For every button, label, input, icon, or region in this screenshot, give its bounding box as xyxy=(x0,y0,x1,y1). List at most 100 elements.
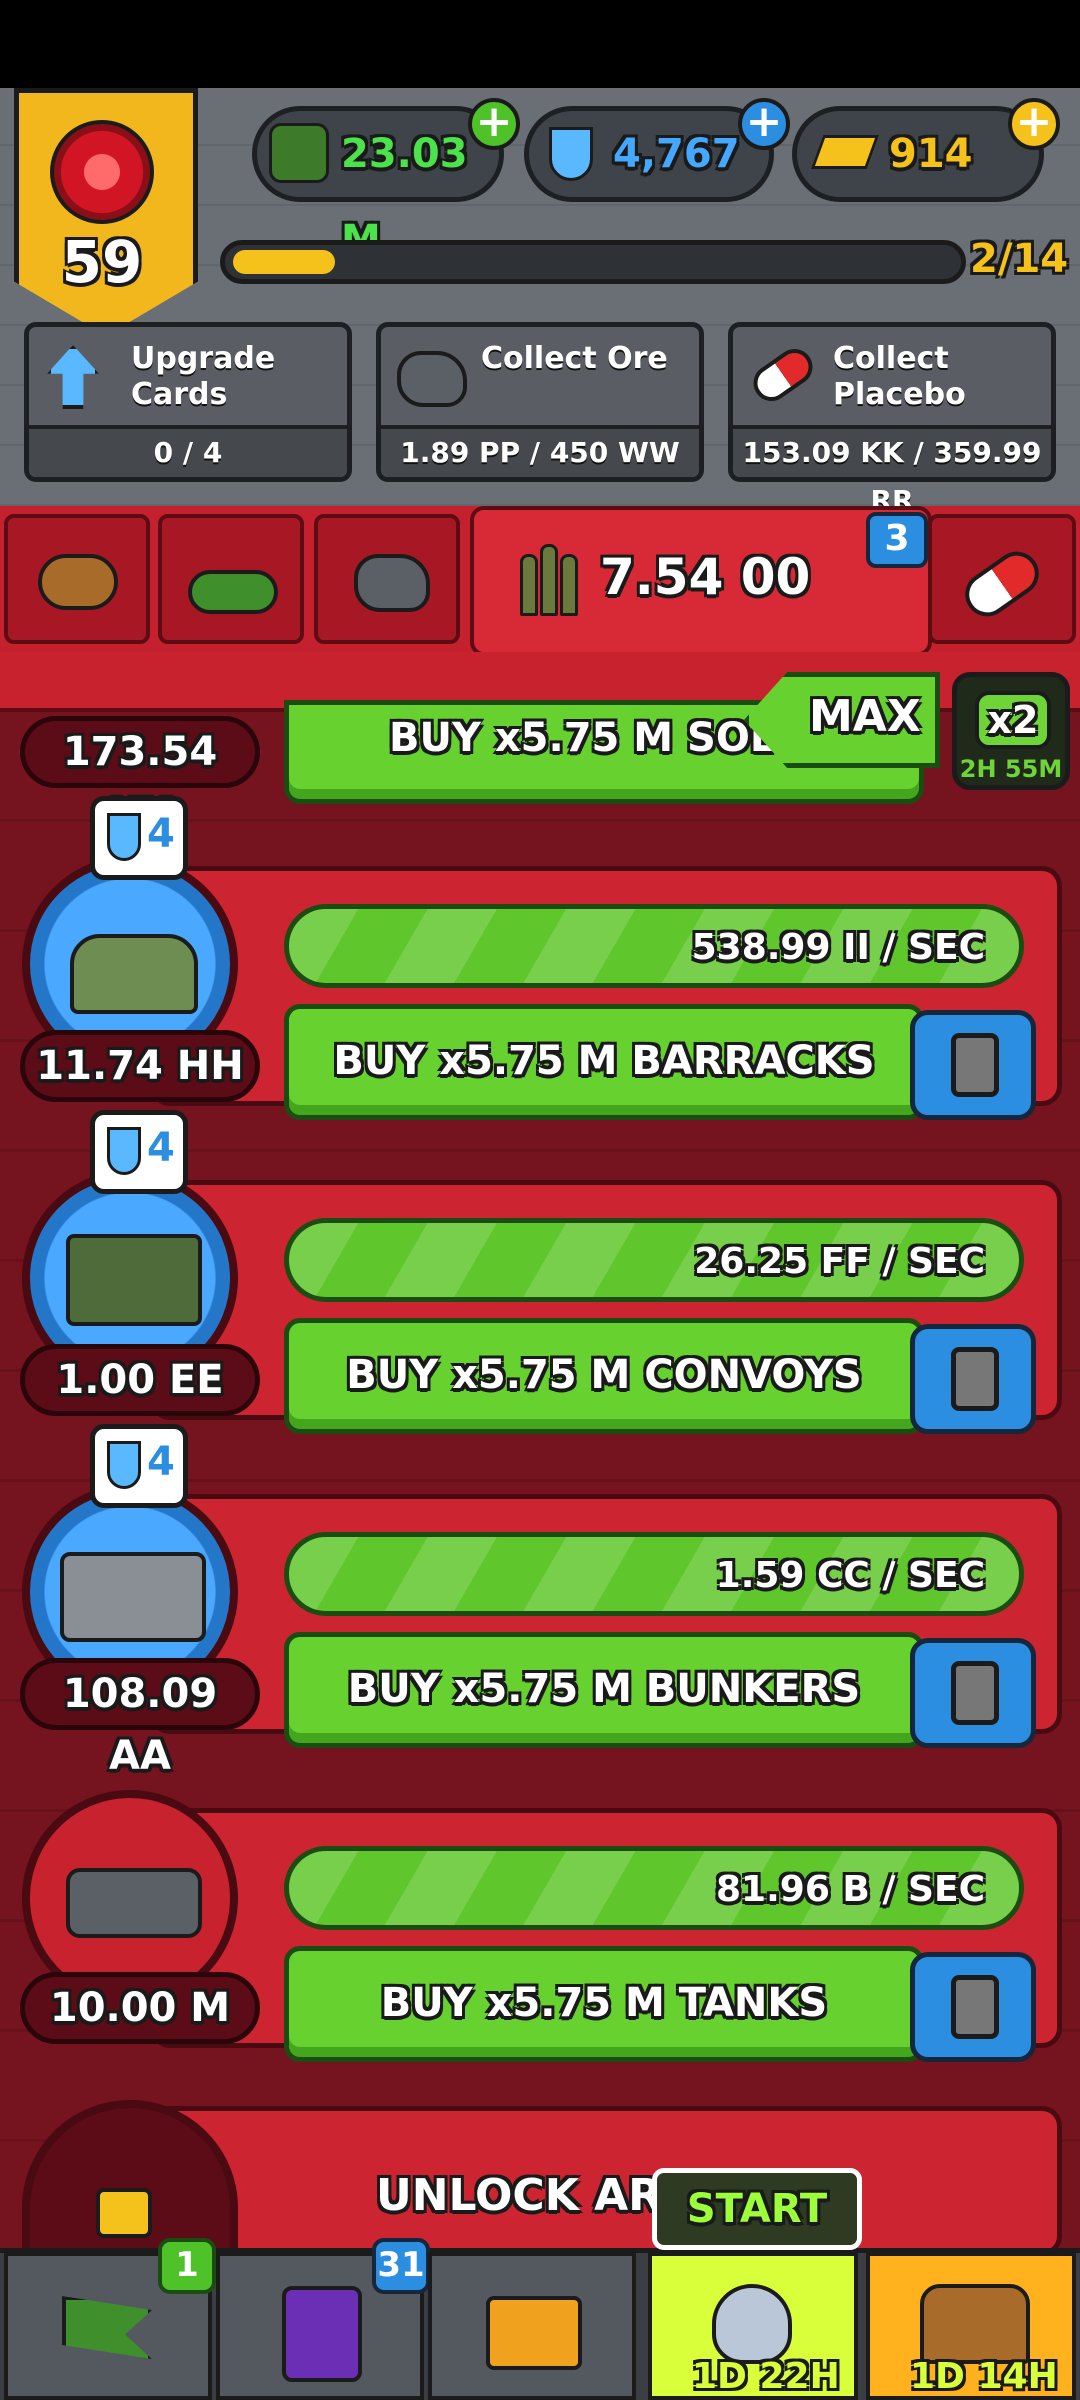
production-rate: 538.99 II / SEC xyxy=(691,927,985,968)
ammo-value: 7.54 00 xyxy=(600,548,811,606)
flask-icon xyxy=(107,813,141,861)
tank-icon xyxy=(66,1868,202,1938)
flask-icon xyxy=(107,1441,141,1489)
boost-label: x2 xyxy=(975,691,1051,749)
rank-rosette-icon xyxy=(50,120,154,224)
chest-icon xyxy=(920,2284,1030,2364)
flask-count: 4 xyxy=(147,1439,175,1485)
add-science-button[interactable]: + xyxy=(738,98,790,150)
barracks-icon xyxy=(70,934,198,1014)
gold-bar-icon xyxy=(810,135,880,169)
flask-count: 4 xyxy=(147,1125,175,1171)
soldiers-counter: 23.03 M xyxy=(252,106,504,263)
flask-count: 4 xyxy=(147,811,175,857)
tab-land[interactable] xyxy=(158,514,304,644)
unit-count-soldiers: 173.54 KK xyxy=(20,716,260,837)
xp-progress-fill xyxy=(233,250,335,274)
cards-icon xyxy=(282,2286,362,2382)
missions-badge: 1 xyxy=(158,2238,216,2294)
start-label: START xyxy=(686,2186,828,2232)
buy-label: BUY x5.75 M CONVOYS xyxy=(346,1352,862,1398)
nav-chest[interactable]: 1D 14H xyxy=(866,2252,1076,2400)
add-gold-button[interactable]: + xyxy=(1008,98,1060,150)
flag-icon xyxy=(62,2296,152,2359)
tab-potato[interactable] xyxy=(4,514,150,644)
science-counter: 4,767 xyxy=(524,106,774,202)
unit-count-bunkers: 108.09 AA xyxy=(20,1658,260,1779)
ammo-icon xyxy=(520,540,580,620)
start-button[interactable]: START xyxy=(652,2168,862,2250)
unit-count-convoys: 1.00 EE xyxy=(20,1344,260,1416)
buy-convoys-button[interactable]: BUY x5.75 M CONVOYS xyxy=(284,1318,924,1434)
card-icon xyxy=(951,1661,999,1725)
boost-timer: 2H 55M xyxy=(959,755,1063,783)
pill-icon xyxy=(746,341,820,409)
task-progress: 0 / 4 xyxy=(29,425,347,477)
flask-icon xyxy=(549,127,593,181)
egg-icon xyxy=(712,2284,792,2364)
boost-button[interactable]: x2 2H 55M xyxy=(952,672,1070,790)
card-upgrade-button[interactable] xyxy=(910,1638,1036,1748)
ore-icon xyxy=(354,554,430,612)
buy-tanks-button[interactable]: BUY x5.75 M TANKS xyxy=(284,1946,924,2062)
task-upgrade-cards[interactable]: Upgrade Cards 0 / 4 xyxy=(24,322,352,482)
production-rate: 26.25 FF / SEC xyxy=(694,1241,985,1282)
truck-icon xyxy=(66,1234,202,1326)
status-bar xyxy=(0,0,1080,88)
card-icon xyxy=(951,1975,999,2039)
xp-progress-count: 2/14 xyxy=(970,236,1069,282)
task-progress: 1.89 PP / 450 WW xyxy=(381,425,699,477)
pill-icon xyxy=(956,543,1048,625)
gold-counter: 914 xyxy=(792,106,1044,202)
unit-count-tanks: 10.00 M xyxy=(20,1972,260,2044)
production-bar: 538.99 II / SEC xyxy=(284,904,1024,988)
card-upgrade-button[interactable] xyxy=(910,1952,1036,2062)
nav-event[interactable]: 1D 22H xyxy=(648,2252,858,2400)
xp-progress-bar xyxy=(220,240,966,284)
card-icon xyxy=(951,1033,999,1097)
tab-badge: 3 xyxy=(866,512,928,568)
card-icon xyxy=(951,1347,999,1411)
card-upgrade-button[interactable] xyxy=(910,1010,1036,1120)
task-label: Collect Ore xyxy=(481,341,668,376)
max-label: MAX xyxy=(809,691,921,742)
unlock-label[interactable]: UNLOCK ART xyxy=(376,2170,676,2230)
tab-ore[interactable] xyxy=(314,514,460,644)
add-soldiers-button[interactable]: + xyxy=(468,98,520,150)
task-progress: 153.09 KK / 359.99 RR xyxy=(733,425,1051,517)
bunker-icon xyxy=(60,1552,206,1642)
buy-barracks-button[interactable]: BUY x5.75 M BARRACKS xyxy=(284,1004,924,1120)
upgrade-flask-tag: 4 xyxy=(90,796,188,880)
arrow-up-icon xyxy=(47,345,99,409)
lock-icon xyxy=(96,2188,152,2238)
event-timer: 1D 22H xyxy=(692,2356,840,2397)
upgrade-flask-tag: 4 xyxy=(90,1424,188,1508)
production-bar: 81.96 B / SEC xyxy=(284,1846,1024,1930)
nav-orders[interactable] xyxy=(428,2252,636,2400)
unit-count-barracks: 11.74 HH xyxy=(20,1030,260,1102)
production-rate: 1.59 CC / SEC xyxy=(715,1555,985,1596)
buy-label: BUY x5.75 M TANKS xyxy=(380,1980,828,2026)
land-flag-icon xyxy=(188,570,278,614)
cards-badge: 31 xyxy=(372,2238,430,2294)
buy-label: BUY x5.75 M BUNKERS xyxy=(347,1666,861,1712)
ore-icon xyxy=(397,351,467,407)
upgrade-flask-tag: 4 xyxy=(90,1110,188,1194)
flask-icon xyxy=(107,1127,141,1175)
player-level: 59 xyxy=(61,228,143,296)
folder-icon xyxy=(486,2296,582,2370)
tab-placebo[interactable] xyxy=(928,514,1076,644)
production-bar: 1.59 CC / SEC xyxy=(284,1532,1024,1616)
task-collect-placebo[interactable]: Collect Placebo 153.09 KK / 359.99 RR xyxy=(728,322,1056,517)
chest-timer: 1D 14H xyxy=(910,2356,1058,2397)
potato-icon xyxy=(38,554,118,610)
gold-value: 914 xyxy=(889,131,973,177)
buy-label: BUY x5.75 M BARRACKS xyxy=(333,1038,875,1084)
card-upgrade-button[interactable] xyxy=(910,1324,1036,1434)
task-label: Upgrade Cards xyxy=(131,341,276,412)
task-label: Collect Placebo xyxy=(833,341,966,412)
science-value: 4,767 xyxy=(613,131,740,177)
army-cap-icon xyxy=(269,123,329,183)
task-collect-ore[interactable]: Collect Ore 1.89 PP / 450 WW xyxy=(376,322,704,482)
buy-bunkers-button[interactable]: BUY x5.75 M BUNKERS xyxy=(284,1632,924,1748)
